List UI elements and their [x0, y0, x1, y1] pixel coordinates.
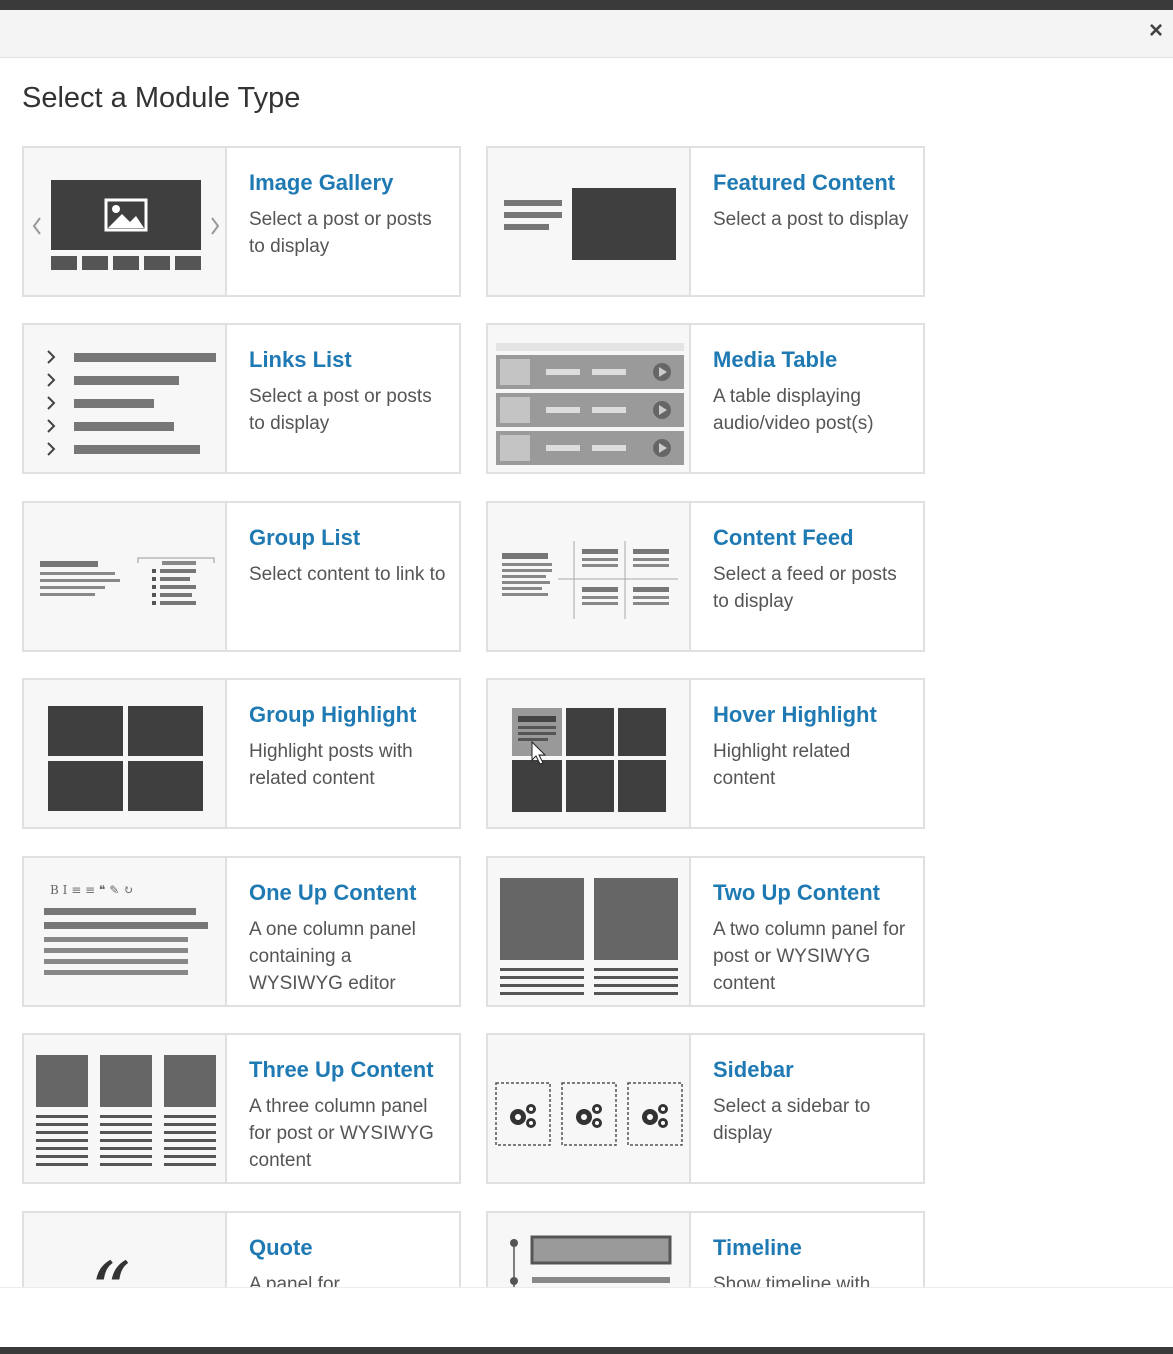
group-highlight-icon	[24, 680, 227, 827]
hover-highlight-icon	[488, 680, 691, 827]
module-card-group-list[interactable]: Group List Select content to link to	[22, 501, 461, 652]
module-card-featured-content[interactable]: Featured Content Select a post to displa…	[486, 146, 925, 297]
module-card-group-highlight[interactable]: Group Highlight Highlight posts with rel…	[22, 678, 461, 829]
module-card-timeline[interactable]: Timeline Show timeline with	[486, 1211, 925, 1287]
group-list-icon	[24, 503, 227, 650]
module-description: Highlight posts with related content	[249, 741, 413, 789]
module-card-media-table[interactable]: Media Table A table displaying audio/vid…	[486, 323, 925, 474]
image-gallery-icon	[24, 148, 227, 295]
svg-text:“: “	[90, 1245, 131, 1287]
one-up-content-icon: B I ≡ ≡ ❝ ✎ ↻	[24, 858, 227, 1005]
timeline-icon	[488, 1213, 691, 1287]
dialog-footer	[0, 1287, 1173, 1347]
editor-toolbar-icon: B I ≡ ≡ ❝ ✎ ↻	[50, 883, 133, 897]
module-description: Show timeline with	[713, 1274, 871, 1287]
module-name: Quote	[249, 1235, 313, 1260]
module-description: Highlight related content	[713, 741, 851, 789]
media-table-icon	[488, 325, 691, 472]
module-name: Image Gallery	[249, 170, 394, 195]
close-icon[interactable]: ×	[1145, 19, 1167, 43]
module-name: Hover Highlight	[713, 702, 877, 727]
module-description: Select a post to display	[713, 209, 909, 230]
module-name: Media Table	[713, 347, 838, 372]
module-description: Select a post or posts to display	[249, 209, 432, 257]
dialog-header: ×	[0, 10, 1173, 58]
module-description: A one column panel containing a WYSIWYG …	[249, 919, 416, 994]
module-name: One Up Content	[249, 880, 417, 905]
module-grid: Image Gallery Select a post or posts to …	[0, 134, 1173, 1287]
content-feed-icon	[488, 503, 691, 650]
module-card-one-up-content[interactable]: B I ≡ ≡ ❝ ✎ ↻ One Up Content A one colum…	[22, 856, 461, 1007]
module-card-quote[interactable]: “ Quote A panel for	[22, 1211, 461, 1287]
module-card-sidebar[interactable]: Sidebar Select a sidebar to display	[486, 1033, 925, 1184]
module-name: Group List	[249, 525, 361, 550]
module-description: A three column panel for post or WYSIWYG…	[249, 1096, 434, 1171]
module-type-dialog: × Select a Module Type Image Gallery Sel…	[0, 10, 1173, 1347]
module-name: Featured Content	[713, 170, 896, 195]
module-name: Sidebar	[713, 1057, 794, 1082]
module-card-content-feed[interactable]: Content Feed Select a feed or posts to d…	[486, 501, 925, 652]
module-description: Select a sidebar to display	[713, 1096, 871, 1144]
module-name: Links List	[249, 347, 352, 372]
module-name: Timeline	[713, 1235, 802, 1260]
dialog-title: Select a Module Type	[22, 82, 301, 114]
quote-icon: “	[24, 1213, 227, 1287]
module-name: Content Feed	[713, 525, 854, 550]
module-name: Three Up Content	[249, 1057, 434, 1082]
module-description: Select content to link to	[249, 564, 446, 585]
module-description: Select a feed or posts to display	[713, 564, 897, 612]
module-name: Group Highlight	[249, 702, 417, 727]
module-description: A table displaying audio/video post(s)	[713, 386, 874, 434]
module-card-links-list[interactable]: Links List Select a post or posts to dis…	[22, 323, 461, 474]
module-description: A two column panel for post or WYSIWYG c…	[713, 919, 906, 994]
module-card-three-up-content[interactable]: Three Up Content A three column panel fo…	[22, 1033, 461, 1184]
two-up-content-icon	[488, 858, 691, 1005]
module-description: Select a post or posts to display	[249, 386, 432, 434]
three-up-content-icon	[24, 1035, 227, 1182]
links-list-icon	[24, 325, 227, 472]
module-card-two-up-content[interactable]: Two Up Content A two column panel for po…	[486, 856, 925, 1007]
featured-content-icon	[488, 148, 691, 295]
module-card-hover-highlight[interactable]: Hover Highlight Highlight related conten…	[486, 678, 925, 829]
module-description: A panel for	[249, 1274, 340, 1287]
sidebar-icon	[488, 1035, 691, 1182]
module-name: Two Up Content	[713, 880, 880, 905]
module-card-image-gallery[interactable]: Image Gallery Select a post or posts to …	[22, 146, 461, 297]
